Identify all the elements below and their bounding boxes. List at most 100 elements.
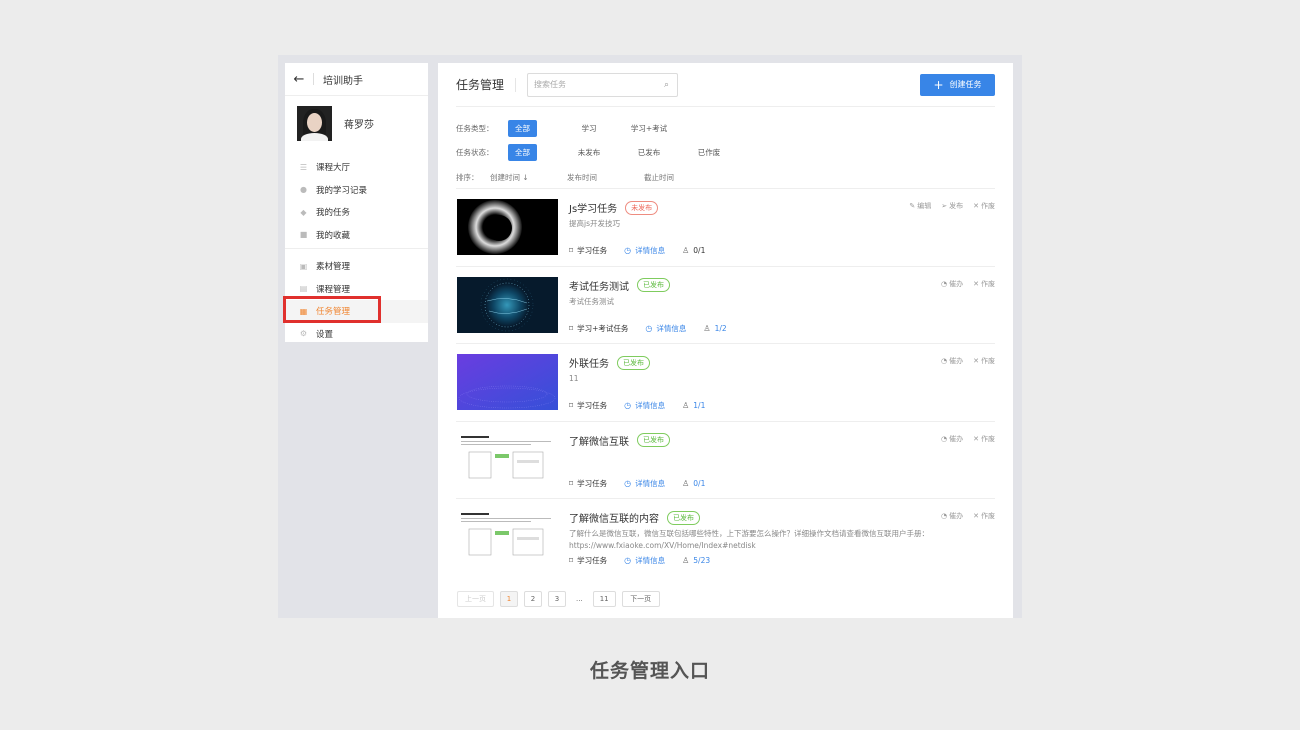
task-title[interactable]: 考试任务测试 已发布 [569, 278, 670, 293]
detail-link[interactable]: ◷ 详情信息 [624, 400, 665, 411]
remind-button[interactable]: ◔ 催办 [941, 356, 963, 366]
filter-type-study-exam[interactable]: 学习+考试 [619, 123, 679, 134]
task-actions: ✎ 编辑 ➢ 发布 ✕ 作废 [899, 201, 995, 211]
void-button[interactable]: ✕ 作废 [973, 201, 995, 211]
clock-icon: ◷ [624, 246, 632, 255]
task-type-label: 学习+考试任务 [577, 323, 629, 333]
sidebar-item-label: 课程管理 [316, 284, 351, 295]
sidebar-item-course-hall[interactable]: ☰ 课程大厅 [285, 156, 428, 179]
divider [313, 73, 314, 85]
sidebar-item-favorites[interactable]: ■ 我的收藏 [285, 224, 428, 247]
participant-count[interactable]: ♙ 5/23 [682, 556, 710, 565]
task-meta: ⌑ 学习任务 ◷ 详情信息 ♙ 0/1 [569, 245, 722, 256]
sidebar-item-materials[interactable]: ▣ 素材管理 [285, 255, 428, 278]
user-name: 蒋罗莎 [344, 119, 374, 131]
sort-deadline[interactable]: 截止时间 [644, 172, 721, 183]
next-page-button[interactable]: 下一页 [621, 591, 660, 607]
sort-row: 排序： 创建时间 ↓ 发布时间 截止时间 [456, 166, 995, 189]
sort-created[interactable]: 创建时间 ↓ [490, 172, 567, 183]
void-button[interactable]: ✕ 作废 [973, 356, 995, 366]
participant-count[interactable]: ♙ 1/2 [703, 324, 726, 333]
task-name: 了解微信互联 [569, 436, 629, 448]
create-task-button[interactable]: + 创建任务 [920, 73, 995, 96]
task-title[interactable]: 了解微信互联 已发布 [569, 433, 670, 448]
status-badge: 已发布 [637, 278, 670, 292]
task-name: 外联任务 [569, 359, 609, 370]
filter-type-all[interactable]: 全部 [508, 119, 537, 137]
filter-status-published[interactable]: 已发布 [619, 147, 679, 158]
sort-published[interactable]: 发布时间 [567, 172, 644, 183]
filter-status-voided[interactable]: 已作废 [679, 147, 739, 158]
filter-type-study[interactable]: 学习 [559, 123, 619, 134]
remind-button[interactable]: ◔ 催办 [941, 511, 963, 521]
task-title[interactable]: Js学习任务 未发布 [569, 200, 659, 215]
void-button[interactable]: ✕ 作废 [973, 434, 995, 444]
user-profile: 蒋罗莎 [285, 96, 428, 150]
task-row[interactable]: Js学习任务 未发布 提高js开发技巧 ⌑ 学习任务 ◷ 详情信息 ♙ 0/1 ✎ 编辑… [456, 189, 995, 267]
avatar[interactable] [297, 105, 332, 141]
detail-label: 详情信息 [635, 401, 666, 410]
publish-button[interactable]: ➢ 发布 [941, 201, 963, 211]
book-icon: ▤ [299, 284, 308, 294]
prev-page-button[interactable]: 上一页 [457, 591, 494, 607]
main-panel: 任务管理 搜索任务 ⌕ + 创建任务 任务类型： 全部 学习 学习+考试 任务状… [438, 63, 1013, 618]
filter-status-all[interactable]: 全部 [508, 143, 537, 161]
task-title[interactable]: 外联任务 已发布 [569, 355, 650, 370]
search-input[interactable]: 搜索任务 ⌕ [527, 72, 679, 97]
gear-icon: ⚙ [299, 329, 308, 339]
participant-count[interactable]: ♙ 0/1 [682, 479, 705, 488]
app-title: 培训助手 [323, 75, 363, 87]
status-badge: 已发布 [637, 433, 670, 447]
task-type-label: 学习任务 [577, 556, 608, 565]
detail-label: 详情信息 [635, 478, 666, 488]
task-row[interactable]: 考试任务测试 已发布 考试任务测试 ⌑ 学习+考试任务 ◷ 详情信息 ♙ 1/2 ◔ 催… [456, 267, 995, 344]
page-button-3[interactable]: 3 [548, 591, 566, 607]
create-task-label: 创建任务 [949, 80, 982, 89]
task-name: 了解微信互联的内容 [569, 514, 659, 525]
page-button-11[interactable]: 11 [592, 591, 616, 607]
list-icon: ☰ [299, 162, 308, 172]
sidebar-item-label: 我的学习记录 [316, 185, 368, 196]
sidebar-item-learning-record[interactable]: ● 我的学习记录 [285, 179, 428, 202]
sidebar-item-my-tasks[interactable]: ◆ 我的任务 [285, 201, 428, 224]
void-button[interactable]: ✕ 作废 [973, 279, 995, 289]
remind-button[interactable]: ◔ 催办 [941, 279, 963, 289]
task-row[interactable]: 外联任务 已发布 11 ⌑ 学习任务 ◷ 详情信息 ♙ 1/1 ◔ 催办 ✕ 作废 [456, 344, 995, 422]
status-badge: 已发布 [667, 510, 700, 525]
filter-row-type: 任务类型： 全部 学习 学习+考试 [456, 118, 995, 138]
page-button-2[interactable]: 2 [524, 591, 542, 607]
detail-link[interactable]: ◷ 详情信息 [624, 555, 665, 566]
arrow-left-icon[interactable]: ← [285, 72, 313, 87]
detail-link[interactable]: ◷ 详情信息 [645, 323, 686, 334]
user-icon: ♙ [682, 246, 690, 255]
task-description: 了解什么是微信互联，微信互联包括哪些特性，上下游要怎么操作？详细操作文档请查看微… [569, 529, 929, 550]
void-button[interactable]: ✕ 作废 [973, 511, 995, 521]
task-actions: ◔ 催办 ✕ 作废 [931, 434, 995, 444]
task-title[interactable]: 了解微信互联的内容 已发布 [569, 510, 700, 525]
task-thumbnail[interactable] [457, 354, 558, 410]
task-thumbnail[interactable] [457, 431, 558, 488]
task-thumbnail[interactable] [457, 276, 558, 333]
detail-label: 详情信息 [635, 556, 666, 565]
edit-button[interactable]: ✎ 编辑 [909, 201, 931, 211]
filter-status-unpublished[interactable]: 未发布 [559, 147, 619, 158]
task-thumbnail[interactable] [457, 199, 558, 255]
action-label: 作废 [981, 202, 995, 210]
remind-button[interactable]: ◔ 催办 [941, 434, 963, 444]
clock-icon: ◷ [645, 323, 653, 333]
task-name: 考试任务测试 [569, 281, 629, 293]
page-button-1[interactable]: 1 [500, 591, 518, 607]
detail-link[interactable]: ◷ 详情信息 [624, 478, 665, 489]
detail-link[interactable]: ◷ 详情信息 [624, 245, 665, 256]
task-meta: ⌑ 学习+考试任务 ◷ 详情信息 ♙ 1/2 [569, 323, 744, 334]
search-icon[interactable]: ⌕ [664, 80, 669, 90]
participant-count[interactable]: ♙ 1/1 [682, 401, 705, 410]
filters: 任务类型： 全部 学习 学习+考试 任务状态： 全部 未发布 已发布 已作废 [438, 107, 1013, 162]
status-badge: 已发布 [617, 355, 650, 370]
task-row[interactable]: 了解微信互联 已发布 ⌑ 学习任务 ◷ 详情信息 ♙ 0/1 ◔ 催办 ✕ 作废 [456, 422, 995, 499]
page-ellipsis: ... [576, 595, 583, 603]
task-row[interactable]: 了解微信互联的内容 已发布 了解什么是微信互联，微信互联包括哪些特性，上下游要怎… [456, 499, 995, 577]
sidebar-item-settings[interactable]: ⚙ 设置 [285, 323, 428, 346]
task-thumbnail[interactable] [457, 509, 558, 565]
participant-count[interactable]: ♙ 0/1 [682, 246, 705, 255]
